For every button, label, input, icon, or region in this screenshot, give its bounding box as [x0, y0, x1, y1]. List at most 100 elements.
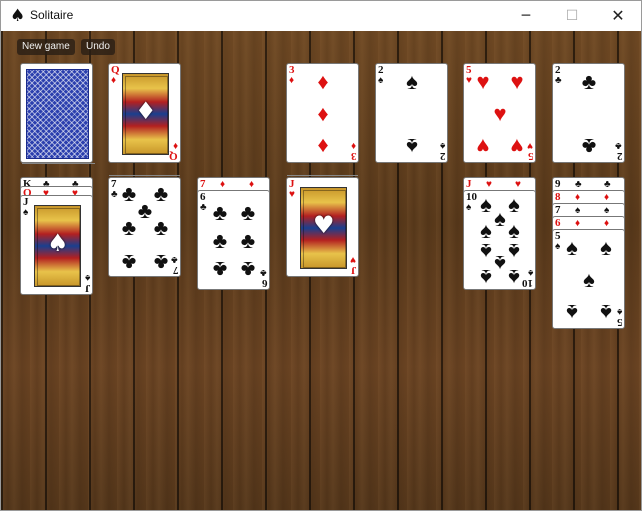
- tableau-6-top-card[interactable]: 10 ♠ ♠ ♠ ♠ ♠ ♠ ♠ ♠ ♠ ♠ ♠ 10 ♠: [463, 190, 536, 290]
- card-suit-bottom: ♥: [527, 140, 533, 151]
- suit-pip: ♣: [240, 200, 256, 225]
- face-card-art: ♥: [300, 187, 347, 269]
- suit-pip: ♦: [604, 192, 610, 203]
- stock-edge: [22, 163, 95, 164]
- card-rank: J: [466, 178, 472, 190]
- card-suit-bottom: ♣: [260, 267, 267, 278]
- card-rank-bottom: 5: [616, 316, 623, 328]
- suit-pip: ♦: [249, 179, 255, 190]
- suit-pip: ♣: [121, 250, 137, 275]
- card-rank-bottom: J: [84, 282, 91, 294]
- card-rank-bottom: 2: [439, 150, 446, 162]
- face-card-art: ♠: [34, 205, 81, 287]
- card-back-pattern: [26, 69, 89, 159]
- suit-pip: ♦: [220, 179, 226, 190]
- card-suit: ♣: [111, 189, 118, 200]
- foundation-pile-3[interactable]: 5 ♥ ♥ ♥ ♥ ♥ ♥ 5 ♥: [463, 63, 536, 163]
- tableau-7-top-card[interactable]: 5 ♠ ♠ ♠ ♠ ♠ ♠ 5 ♠: [552, 229, 625, 329]
- tableau-stack-edge: [109, 175, 180, 176]
- card-rank: 6: [555, 217, 561, 229]
- card-rank-bottom: 2: [616, 150, 623, 162]
- card-rank-bottom: 5: [527, 150, 534, 162]
- card-suit: ♠: [555, 241, 561, 252]
- card-rank-bottom: 10: [522, 277, 533, 289]
- card-rank: 7: [555, 204, 561, 216]
- suit-pip: ♠: [566, 300, 578, 325]
- foundation-pile-1[interactable]: 3 ♦ ♦ ♦ ♦ 3 ♦: [286, 63, 359, 163]
- card-suit-bottom: ♠: [84, 272, 90, 283]
- suit-pip: ♦: [317, 69, 329, 94]
- card-rank: 8: [555, 191, 561, 203]
- foundation-pile-2[interactable]: 2 ♠ ♠ ♠ 2 ♠: [375, 63, 448, 163]
- suit-pip: ♦: [604, 218, 610, 229]
- solitaire-window: ♠ Solitaire ─ ☐ ✕ New game Undo Q ♦ ♦ Q …: [0, 0, 642, 511]
- card-suit-bottom: ♦: [350, 140, 356, 151]
- spade-icon: ♠: [10, 6, 26, 26]
- suit-pip: ♣: [240, 257, 256, 282]
- card-suit: ♥: [289, 189, 295, 200]
- card-rank: 9: [555, 178, 561, 190]
- suit-pip: ♣: [212, 228, 228, 253]
- card-suit: ♠: [466, 202, 472, 213]
- suit-pip: ♦: [317, 101, 329, 126]
- card-suit-bottom: ♥: [350, 254, 356, 265]
- queen-face-art: ♦: [122, 73, 169, 155]
- suit-pip: ♥: [476, 134, 490, 159]
- suit-pip: ♣: [575, 179, 582, 190]
- suit-pip: ♠: [406, 134, 418, 159]
- suit-pip: ♠: [575, 205, 581, 216]
- suit-pip: ♣: [604, 179, 611, 190]
- card-rank-bottom: 3: [350, 150, 357, 162]
- window-title: Solitaire: [30, 8, 74, 22]
- tableau-1-top-card[interactable]: J ♠ ♠ J ♠: [20, 195, 93, 295]
- undo-button[interactable]: Undo: [81, 39, 115, 55]
- foundation-pile-4[interactable]: 2 ♣ ♣ ♣ 2 ♣: [552, 63, 625, 163]
- card-suit-bottom: ♠: [439, 140, 445, 151]
- waste-suit: ♦: [111, 75, 117, 86]
- tableau-stack-edge: [287, 175, 358, 176]
- tableau-3-top-card[interactable]: 6 ♣ ♣ ♣ ♣ ♣ ♣ ♣ 6 ♣: [197, 190, 270, 290]
- suit-pip: ♠: [600, 235, 612, 260]
- title-bar[interactable]: ♠ Solitaire ─ ☐ ✕: [1, 1, 641, 31]
- suit-pip: ♦: [575, 218, 581, 229]
- card-suit: ♠: [378, 75, 384, 86]
- card-suit: ♣: [200, 202, 207, 213]
- suit-pip: ♠: [583, 267, 595, 292]
- card-rank-bottom: 6: [261, 277, 268, 289]
- card-suit-bottom: ♠: [527, 267, 533, 278]
- card-rank-bottom: J: [350, 264, 357, 276]
- face-suit-glyph: ♥: [313, 211, 335, 239]
- maximize-button[interactable]: ☐: [549, 1, 595, 31]
- card-suit: ♣: [555, 75, 562, 86]
- suit-pip: ♥: [493, 101, 507, 126]
- card-suit: ♦: [289, 75, 295, 86]
- card-rank: 7: [200, 178, 206, 190]
- waste-card[interactable]: Q ♦ ♦ Q ♦: [108, 63, 181, 163]
- card-suit-bottom: ♠: [616, 306, 622, 317]
- card-suit-bottom: ♣: [615, 140, 622, 151]
- suit-pip: ♠: [406, 69, 418, 94]
- suit-pip: ♠: [480, 265, 492, 290]
- suit-pip: ♣: [240, 228, 256, 253]
- face-suit-glyph: ♠: [47, 229, 69, 257]
- suit-pip: ♥: [510, 134, 524, 159]
- tableau-2-top-card[interactable]: 7 ♣ ♣ ♣ ♣ ♣ ♣ ♣ ♣ 7 ♣: [108, 177, 181, 277]
- suit-pip: ♣: [581, 69, 597, 94]
- tableau-4-top-card[interactable]: J ♥ ♥ J ♥: [286, 177, 359, 277]
- minimize-button[interactable]: ─: [503, 1, 549, 31]
- suit-pip: ♠: [566, 235, 578, 260]
- game-table: New game Undo Q ♦ ♦ Q ♦ 3 ♦ ♦ ♦ ♦ 3 ♦ 2 ♠ ♠ ♠ 2 ♠ 5 ♥ ♥…: [1, 31, 641, 510]
- waste-face-suit: ♦: [135, 97, 157, 125]
- suit-pip: ♦: [575, 192, 581, 203]
- suit-pip: ♣: [212, 257, 228, 282]
- close-button[interactable]: ✕: [595, 1, 641, 31]
- new-game-button[interactable]: New game: [17, 39, 75, 55]
- suit-pip: ♠: [600, 300, 612, 325]
- waste-suit-bottom: ♦: [172, 140, 178, 151]
- suit-pip: ♥: [486, 179, 492, 190]
- card-suit-bottom: ♣: [171, 254, 178, 265]
- suit-pip: ♦: [317, 134, 329, 159]
- suit-pip: ♥: [515, 179, 521, 190]
- stock-pile[interactable]: [20, 63, 93, 163]
- waste-rank-bottom: Q: [169, 150, 178, 162]
